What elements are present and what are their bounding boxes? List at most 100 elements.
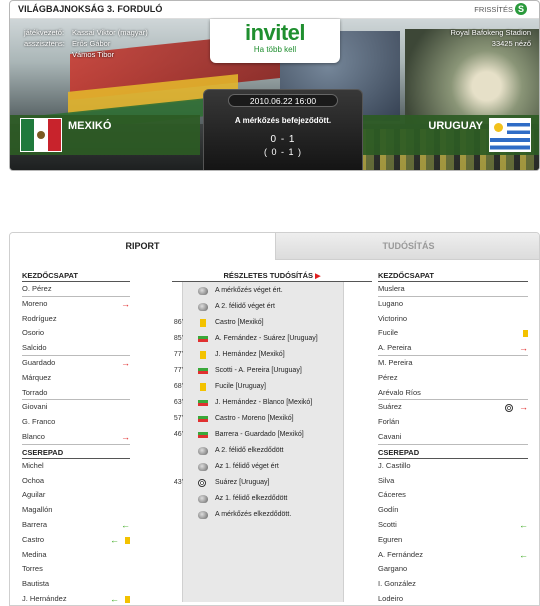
player-name[interactable]: A. Fernández xyxy=(378,550,423,559)
player-name[interactable]: Forlán xyxy=(378,417,399,426)
match-header: VILÁGBAJNOKSÁG 3. FORDULÓ FRISSÍTÉS S já… xyxy=(9,0,540,171)
player-name[interactable]: Scotti xyxy=(378,520,397,529)
home-team-name: MEXIKÓ xyxy=(68,120,112,132)
player-name[interactable]: Gargano xyxy=(378,564,407,573)
tab-riport[interactable]: RIPORT xyxy=(10,233,275,260)
player-row: Pérez xyxy=(378,371,528,386)
player-name[interactable]: Guardado xyxy=(22,358,55,367)
player-name[interactable]: J. Hernández xyxy=(22,594,67,603)
feed-event-row: A mérkőzés elkezdődött. xyxy=(183,507,343,523)
yellow-card-icon xyxy=(523,330,528,338)
player-row: Suárez → xyxy=(378,400,528,415)
feed-title[interactable]: RÉSZLETES TUDÓSÍTÁS ▶ xyxy=(172,270,372,282)
refresh-link[interactable]: FRISSÍTÉS xyxy=(474,5,513,14)
player-row: Scotti ← xyxy=(378,518,528,533)
player-row: Victorino xyxy=(378,312,528,327)
player-name[interactable]: Suárez xyxy=(378,402,402,411)
feed-event-row: A 2. félidő véget ért xyxy=(183,299,343,315)
player-name[interactable]: Fucile xyxy=(378,328,398,337)
player-name[interactable]: Arévalo Ríos xyxy=(378,388,421,397)
feed-event-row: Az 1. félidő véget ért xyxy=(183,459,343,475)
player-row: Bautista xyxy=(22,577,130,592)
player-name[interactable]: Cáceres xyxy=(378,490,406,499)
player-row: M. Pereira xyxy=(378,356,528,371)
sub-out-arrow-icon: → xyxy=(121,357,130,368)
player-name[interactable]: Osorio xyxy=(22,328,44,337)
event-text: Scotti - A. Pereira [Uruguay] xyxy=(215,367,302,374)
player-name[interactable]: Bautista xyxy=(22,579,49,588)
player-name[interactable]: Blanco xyxy=(22,432,45,441)
feed-event-row: 77' J. Hernández [Mexikó] xyxy=(174,347,343,363)
player-name[interactable]: Silva xyxy=(378,476,394,485)
player-name[interactable]: Moreno xyxy=(22,299,47,308)
player-name[interactable]: Castro xyxy=(22,535,44,544)
player-events: → xyxy=(519,341,528,356)
event-text: Az 1. félidő véget ért xyxy=(215,463,279,470)
yellow-card-icon xyxy=(200,351,206,359)
player-name[interactable]: O. Pérez xyxy=(22,284,52,293)
away-bench-label: CSEREPAD xyxy=(378,447,528,459)
player-name[interactable]: Magallón xyxy=(22,505,52,514)
feed-event-row: 77' Scotti - A. Pereira [Uruguay] xyxy=(174,363,343,379)
player-row: Cáceres xyxy=(378,488,528,503)
player-name[interactable]: Salcido xyxy=(22,343,47,352)
event-minute: 85' xyxy=(173,335,183,342)
player-name[interactable]: Torrado xyxy=(22,388,47,397)
yellow-card-icon xyxy=(200,383,206,391)
player-name[interactable]: A. Pereira xyxy=(378,343,411,352)
player-name[interactable]: Márquez xyxy=(22,373,51,382)
whistle-icon xyxy=(198,447,208,455)
substitution-icon xyxy=(198,432,208,438)
player-name[interactable]: Barrera xyxy=(22,520,47,529)
logo-text: invitel xyxy=(244,20,306,45)
event-minute: 63' xyxy=(173,399,183,406)
refresh-icon[interactable]: S xyxy=(515,3,527,15)
player-name[interactable]: J. Castillo xyxy=(378,461,411,470)
player-name[interactable]: Cavani xyxy=(378,432,401,441)
player-name[interactable]: G. Franco xyxy=(22,417,55,426)
tab-tudositas[interactable]: TUDÓSÍTÁS xyxy=(275,233,539,260)
player-row: Muslera xyxy=(378,282,528,297)
sub-in-arrow-icon: ← xyxy=(110,534,119,545)
player-name[interactable]: Godín xyxy=(378,505,398,514)
player-row: Rodríguez xyxy=(22,312,130,327)
player-events: → xyxy=(121,430,130,445)
feed-event-row: 46' Barrera - Guardado [Mexikó] xyxy=(174,427,343,443)
player-name[interactable]: Michel xyxy=(22,461,44,470)
player-name[interactable]: Torres xyxy=(22,564,43,573)
player-row: Silva xyxy=(378,474,528,489)
player-name[interactable]: Giovani xyxy=(22,402,47,411)
player-events: → xyxy=(121,356,130,371)
player-events: ← xyxy=(519,548,528,563)
feed-title-text: RÉSZLETES TUDÓSÍTÁS xyxy=(223,271,314,280)
player-name[interactable]: I. González xyxy=(378,579,416,588)
player-row: Arévalo Ríos xyxy=(378,386,528,401)
player-name[interactable]: Muslera xyxy=(378,284,405,293)
event-text: J. Hernández [Mexikó] xyxy=(215,351,285,358)
player-name[interactable]: Pérez xyxy=(378,373,398,382)
player-row: G. Franco xyxy=(22,415,130,430)
event-minute: 46' xyxy=(173,431,183,438)
player-name[interactable]: Ochoa xyxy=(22,476,44,485)
player-events: ← xyxy=(110,533,130,548)
player-name[interactable]: Medina xyxy=(22,550,47,559)
sub-out-arrow-icon: → xyxy=(519,402,528,413)
player-name[interactable]: M. Pereira xyxy=(378,358,413,367)
player-name[interactable]: Lugano xyxy=(378,299,403,308)
event-text: Az 1. félidő elkezdődött xyxy=(215,495,288,502)
player-name[interactable]: Eguren xyxy=(378,535,402,544)
attendance: 33425 néző xyxy=(491,39,531,48)
player-row: Guardado → xyxy=(22,356,130,371)
logo-tagline: Ha több kell xyxy=(253,45,297,54)
player-name[interactable]: Lodeiro xyxy=(378,594,403,603)
player-row: J. Castillo xyxy=(378,459,528,474)
player-name[interactable]: Victorino xyxy=(378,314,407,323)
player-name[interactable]: Aguilar xyxy=(22,490,45,499)
assistants-label: asszisztens: xyxy=(24,39,65,48)
assistant-2: Vámos Tibor xyxy=(72,50,115,59)
player-name[interactable]: Rodríguez xyxy=(22,314,57,323)
player-row: Eguren xyxy=(378,533,528,548)
player-row: Ochoa xyxy=(22,474,130,489)
whistle-icon xyxy=(198,463,208,471)
triangle-right-icon: ▶ xyxy=(315,273,321,280)
